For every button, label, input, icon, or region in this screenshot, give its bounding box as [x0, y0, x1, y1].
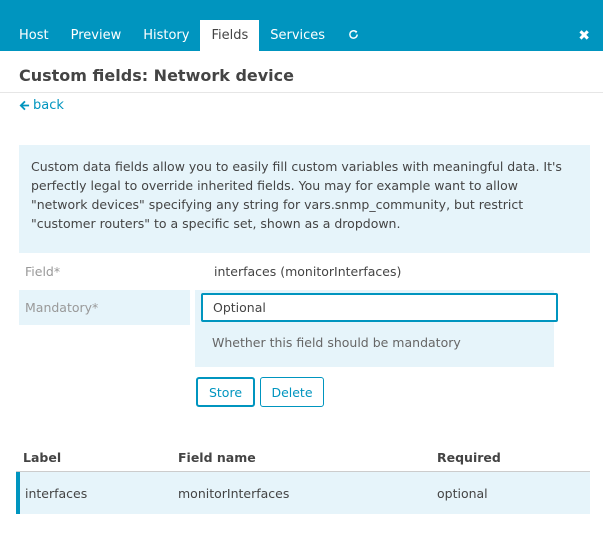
delete-button[interactable]: Delete	[260, 377, 324, 407]
tab-bar: Host Preview History Fields Services	[8, 20, 371, 51]
mandatory-hint: Whether this field should be mandatory	[212, 335, 461, 350]
top-bar: Host Preview History Fields Services ✖	[0, 0, 603, 51]
mandatory-field-cell: Optional Whether this field should be ma…	[195, 290, 558, 367]
column-header-required: Required	[437, 450, 501, 465]
field-value: interfaces (monitorInterfaces)	[214, 264, 402, 279]
column-header-label: Label	[23, 450, 62, 465]
page-title: Custom fields: Network device	[19, 66, 294, 85]
table-header: Label Field name Required	[16, 444, 590, 472]
refresh-icon[interactable]	[336, 20, 371, 51]
close-icon[interactable]: ✖	[578, 27, 590, 45]
store-button[interactable]: Store	[196, 377, 255, 407]
cell-field-name: monitorInterfaces	[178, 486, 290, 501]
tab-services[interactable]: Services	[259, 20, 336, 51]
info-box: Custom data fields allow you to easily f…	[19, 145, 590, 253]
tab-host[interactable]: Host	[8, 20, 60, 51]
mandatory-select[interactable]: Optional	[201, 293, 558, 322]
tab-fields[interactable]: Fields	[200, 20, 260, 51]
mandatory-label: Mandatory*	[25, 300, 99, 315]
tab-preview[interactable]: Preview	[60, 20, 133, 51]
info-text: Custom data fields allow you to easily f…	[31, 159, 562, 231]
title-bar: Custom fields: Network device	[0, 51, 603, 93]
column-header-field-name: Field name	[178, 450, 256, 465]
mandatory-label-cell: Mandatory*	[19, 290, 190, 325]
back-label: back	[33, 98, 64, 113]
cell-label: interfaces	[25, 486, 88, 501]
tab-history[interactable]: History	[132, 20, 200, 51]
field-label: Field*	[25, 264, 61, 279]
cell-required: optional	[437, 486, 488, 501]
table-row[interactable]: interfaces monitorInterfaces optional	[16, 472, 590, 514]
arrow-left-icon	[19, 100, 30, 111]
back-link[interactable]: back	[19, 98, 64, 113]
